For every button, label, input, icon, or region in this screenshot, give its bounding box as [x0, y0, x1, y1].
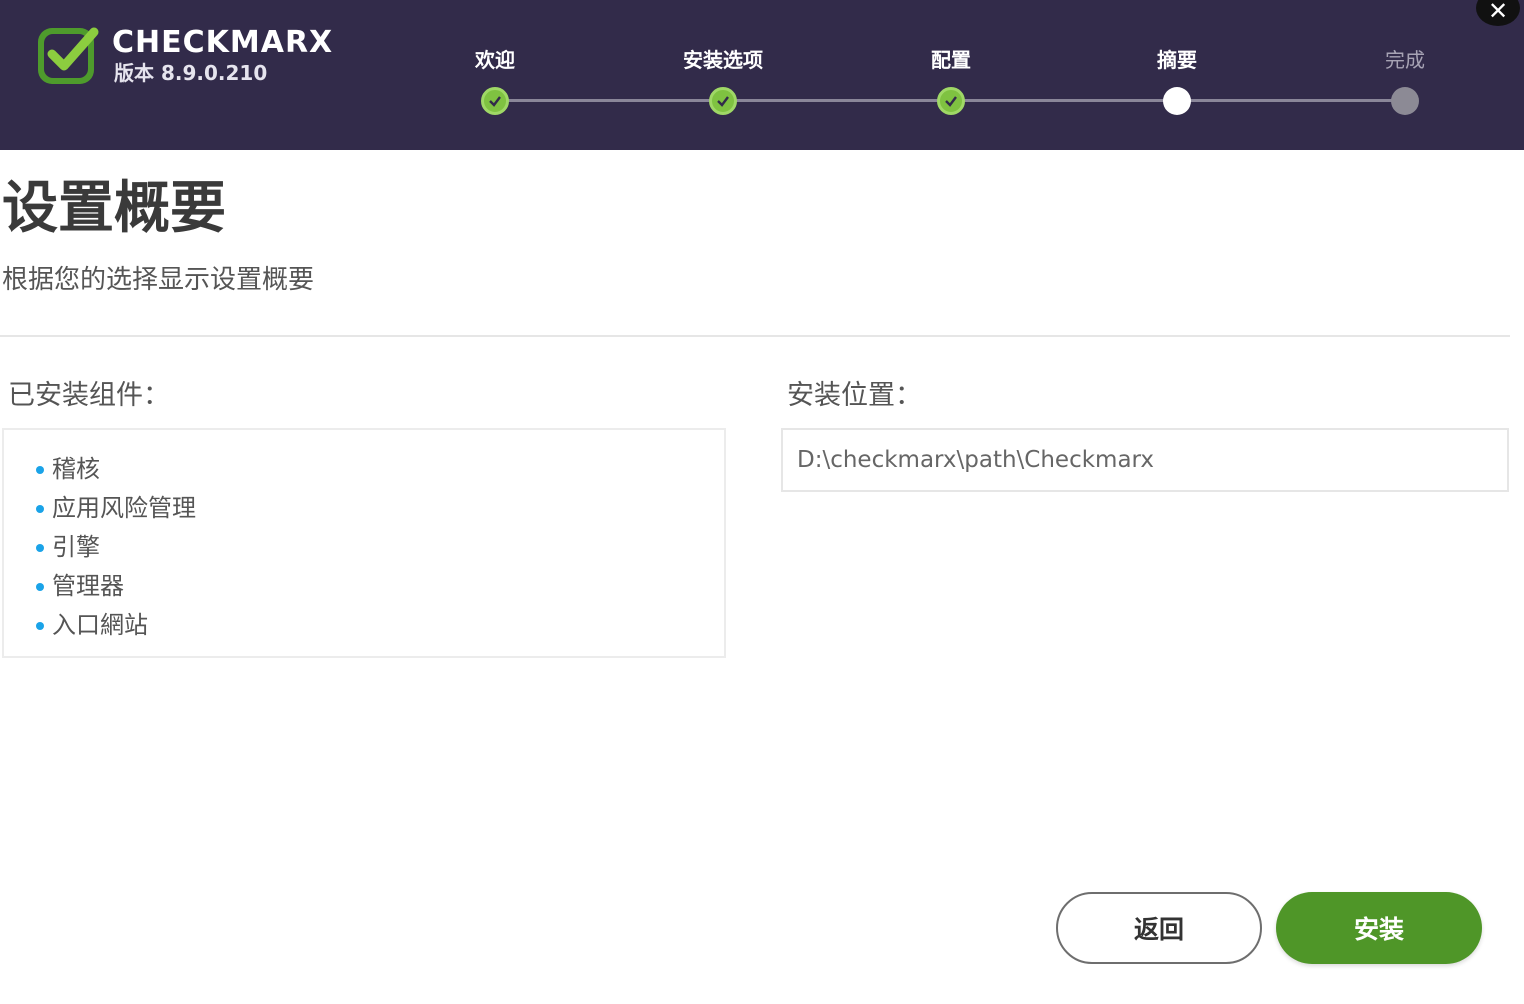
- install-button[interactable]: 安装: [1276, 892, 1482, 964]
- bullet-icon: [36, 543, 44, 552]
- close-icon: ✕: [1487, 0, 1509, 25]
- step-dot-summary: [1163, 87, 1191, 115]
- page-title: 设置概要: [2, 176, 226, 241]
- bullet-icon: [36, 504, 44, 513]
- divider: [0, 335, 1510, 337]
- brand-name: CHECKMARX: [112, 25, 334, 60]
- bullet-icon: [36, 621, 44, 630]
- step-dot-install-options: [709, 87, 737, 115]
- check-icon: [717, 96, 729, 107]
- installed-components-list: 稽核 应用风险管理 引擎 管理器 入口網站: [2, 428, 726, 658]
- bullet-icon: [36, 582, 44, 591]
- install-location-field: D:\checkmarx\path\Checkmarx: [781, 428, 1509, 492]
- install-location-label: 安装位置：: [787, 380, 922, 411]
- page-subtitle: 根据您的选择显示设置概要: [2, 265, 315, 295]
- list-item: 入口網站: [32, 606, 724, 645]
- step-dot-finish: [1391, 87, 1419, 115]
- list-item: 引擎: [32, 528, 724, 567]
- list-item: 管理器: [32, 567, 724, 606]
- step-label-configuration: 配置: [931, 48, 971, 72]
- step-dot-welcome: [481, 87, 509, 115]
- back-button[interactable]: 返回: [1056, 892, 1262, 964]
- version-label: 版本 8.9.0.210: [114, 61, 268, 85]
- check-icon: [489, 96, 501, 107]
- step-label-welcome: 欢迎: [475, 48, 515, 72]
- list-item: 应用风险管理: [32, 489, 724, 528]
- step-label-finish: 完成: [1385, 48, 1425, 72]
- step-label-summary: 摘要: [1157, 48, 1197, 72]
- checkmarx-logo-icon: [38, 27, 99, 84]
- bullet-icon: [36, 465, 44, 474]
- installer-header: CHECKMARX 版本 8.9.0.210 欢迎 安装选项 配置 摘要 完成: [0, 0, 1524, 150]
- list-item: 稽核: [32, 450, 724, 489]
- installed-components-label: 已安装组件：: [8, 380, 170, 411]
- check-icon: [945, 96, 957, 107]
- step-label-install-options: 安装选项: [683, 48, 763, 72]
- step-dot-configuration: [937, 87, 965, 115]
